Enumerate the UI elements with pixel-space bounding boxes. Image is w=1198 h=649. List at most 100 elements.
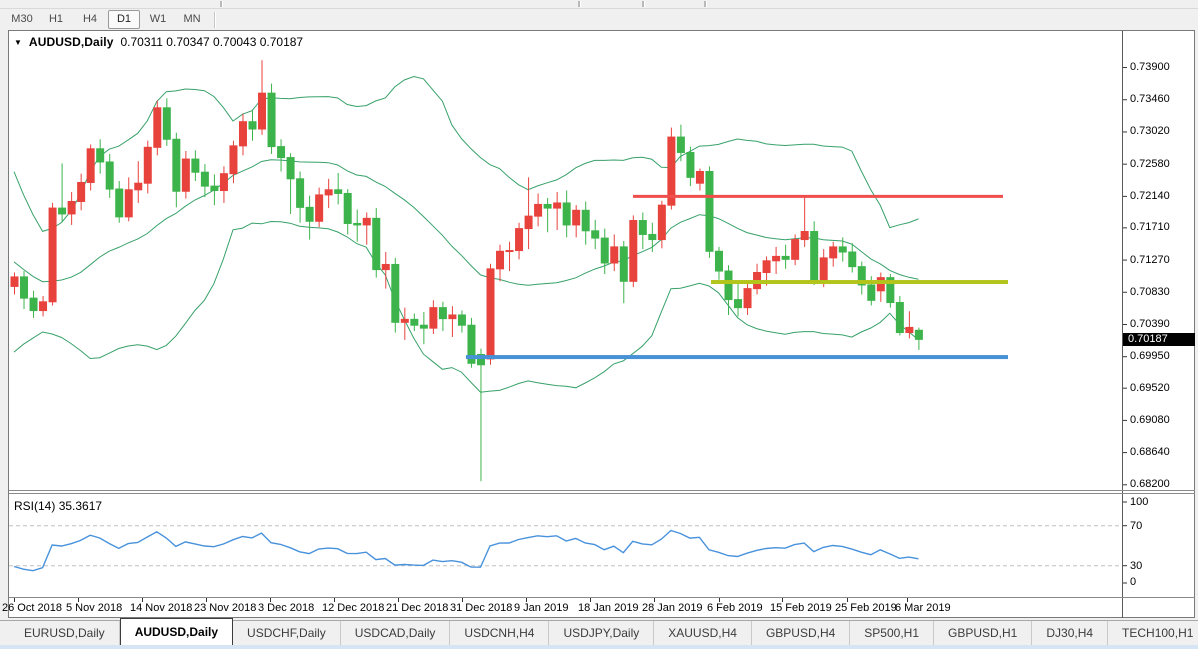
rsi-indicator-label: RSI(14) 35.3617 bbox=[14, 499, 102, 513]
date-axis-label: 5 Nov 2018 bbox=[66, 602, 122, 614]
candle bbox=[811, 232, 818, 282]
candle bbox=[201, 172, 208, 186]
candle bbox=[182, 159, 189, 191]
chart-tab-tech100-h1[interactable]: TECH100,H1 bbox=[1108, 621, 1198, 645]
candle bbox=[544, 204, 551, 208]
rsi-axis-label: 100 bbox=[1130, 496, 1148, 508]
candle bbox=[163, 108, 170, 139]
candle bbox=[639, 221, 646, 235]
candle bbox=[401, 319, 408, 322]
candle bbox=[211, 186, 218, 190]
panel-splitter[interactable] bbox=[9, 490, 1195, 491]
candle bbox=[40, 302, 47, 311]
candle bbox=[59, 208, 66, 214]
candle bbox=[696, 171, 703, 183]
price-chart-canvas[interactable] bbox=[0, 0, 1198, 649]
date-axis-label: 6 Feb 2019 bbox=[707, 602, 763, 614]
candle bbox=[849, 252, 856, 267]
chart-tab-gbpusd-h1[interactable]: GBPUSD,H1 bbox=[934, 621, 1032, 645]
resistance-line[interactable] bbox=[633, 195, 1003, 198]
rsi-line bbox=[14, 531, 918, 571]
candle bbox=[11, 277, 18, 287]
mid-level-line[interactable] bbox=[711, 280, 1008, 284]
candle bbox=[30, 298, 37, 310]
price-axis-label: 0.73020 bbox=[1130, 125, 1170, 137]
symbol-dropdown-icon[interactable]: ▼ bbox=[14, 38, 22, 47]
candle bbox=[297, 179, 304, 208]
candle bbox=[116, 189, 123, 217]
chart-ohlc-values: 0.70311 0.70347 0.70043 0.70187 bbox=[120, 35, 303, 49]
date-axis-label: 12 Dec 2018 bbox=[322, 602, 384, 614]
candle bbox=[563, 203, 570, 225]
price-axis-label: 0.68200 bbox=[1130, 478, 1170, 490]
candle bbox=[630, 221, 637, 282]
chart-tab-usdjpy-daily[interactable]: USDJPY,Daily bbox=[549, 621, 654, 645]
chart-tab-dj30-h4[interactable]: DJ30,H4 bbox=[1032, 621, 1108, 645]
candle bbox=[725, 271, 732, 300]
price-axis-label: 0.68640 bbox=[1130, 446, 1170, 458]
chart-tab-usdcnh-h4[interactable]: USDCNH,H4 bbox=[450, 621, 549, 645]
support-line[interactable] bbox=[466, 355, 1008, 359]
price-axis-label: 0.72140 bbox=[1130, 190, 1170, 202]
candle bbox=[420, 325, 427, 328]
candle bbox=[135, 183, 142, 190]
chart-tab-usdcad-daily[interactable]: USDCAD,Daily bbox=[341, 621, 451, 645]
candle bbox=[592, 231, 599, 238]
candle bbox=[239, 122, 246, 146]
price-axis-label: 0.73460 bbox=[1130, 93, 1170, 105]
candle bbox=[773, 256, 780, 260]
candle bbox=[525, 216, 532, 228]
candle bbox=[173, 139, 180, 191]
chart-tab-sp500-h1[interactable]: SP500,H1 bbox=[850, 621, 934, 645]
candle bbox=[316, 195, 323, 221]
price-axis-label: 0.73900 bbox=[1130, 61, 1170, 73]
candle bbox=[915, 330, 922, 339]
candle bbox=[535, 204, 542, 216]
chart-tab-gbpusd-h4[interactable]: GBPUSD,H4 bbox=[752, 621, 850, 645]
candle bbox=[906, 327, 913, 332]
chart-title: ▼ AUDUSD,Daily 0.70311 0.70347 0.70043 0… bbox=[14, 35, 303, 49]
candle bbox=[687, 152, 694, 177]
panel-splitter[interactable] bbox=[9, 493, 1195, 494]
price-axis-label: 0.70830 bbox=[1130, 286, 1170, 298]
candle bbox=[573, 210, 580, 225]
candle bbox=[715, 251, 722, 271]
date-axis-label: 14 Nov 2018 bbox=[130, 602, 192, 614]
candle bbox=[21, 277, 28, 298]
candle bbox=[373, 218, 380, 269]
candle bbox=[582, 210, 589, 230]
candle bbox=[506, 251, 513, 252]
rsi-name: RSI(14) bbox=[14, 499, 55, 513]
candle bbox=[744, 289, 751, 308]
rsi-value: 35.3617 bbox=[59, 499, 102, 513]
date-scale-divider bbox=[9, 597, 1195, 598]
status-bar-sliver bbox=[0, 645, 1198, 649]
candle bbox=[363, 218, 370, 225]
price-axis-label: 0.71270 bbox=[1130, 254, 1170, 266]
candle bbox=[154, 108, 161, 148]
date-axis-label: 23 Nov 2018 bbox=[194, 602, 256, 614]
price-axis-label: 0.69520 bbox=[1130, 382, 1170, 394]
candle bbox=[706, 171, 713, 251]
price-axis-label: 0.69080 bbox=[1130, 414, 1170, 426]
candle bbox=[306, 207, 313, 221]
rsi-axis-label: 0 bbox=[1130, 576, 1136, 588]
price-scale-divider bbox=[1122, 31, 1123, 618]
candle bbox=[516, 229, 523, 251]
price-axis-label: 0.71710 bbox=[1130, 221, 1170, 233]
chart-tabs: EURUSD,DailyAUDUSD,DailyUSDCHF,DailyUSDC… bbox=[0, 621, 1198, 645]
current-price-badge: 0.70187 bbox=[1123, 333, 1195, 346]
candle bbox=[554, 203, 561, 208]
chart-tab-usdchf-daily[interactable]: USDCHF,Daily bbox=[233, 621, 341, 645]
chart-symbol: AUDUSD,Daily bbox=[29, 35, 114, 49]
chart-tab-eurusd-daily[interactable]: EURUSD,Daily bbox=[10, 621, 120, 645]
price-axis-label: 0.69950 bbox=[1130, 350, 1170, 362]
candle bbox=[877, 278, 884, 291]
date-axis-label: 15 Feb 2019 bbox=[770, 602, 832, 614]
candle bbox=[106, 162, 113, 189]
chart-tab-xauusd-h4[interactable]: XAUUSD,H4 bbox=[654, 621, 752, 645]
chart-tab-audusd-daily[interactable]: AUDUSD,Daily bbox=[120, 618, 233, 645]
candle bbox=[354, 223, 361, 224]
candle bbox=[192, 159, 199, 172]
candle bbox=[144, 147, 151, 183]
